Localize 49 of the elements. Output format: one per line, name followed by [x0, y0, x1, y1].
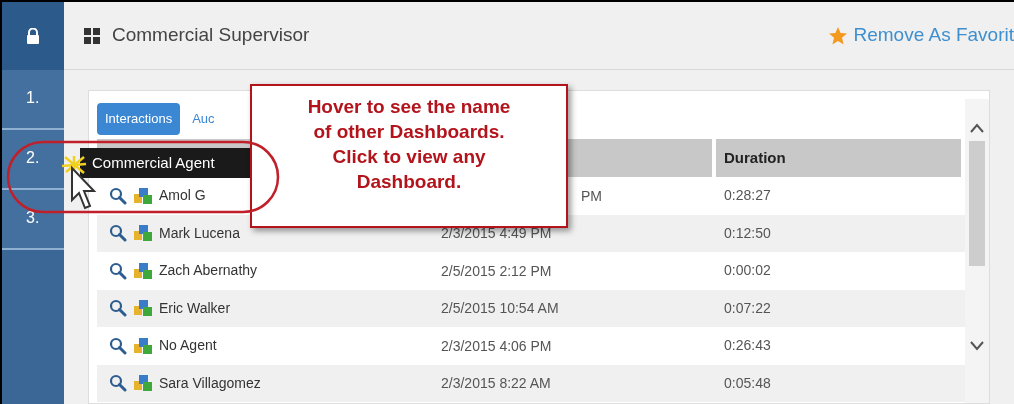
scrollbar-thumb[interactable]	[969, 141, 985, 266]
table-cell: PM	[581, 187, 602, 204]
table-cell: 2/5/2015 10:54 AM	[441, 300, 559, 317]
cubes-icon	[133, 261, 153, 280]
table-cell-text: 0:12:50	[723, 223, 771, 243]
cubes-icon	[133, 336, 153, 355]
grid-icon	[84, 27, 100, 44]
dashboard-tab[interactable]: 3.	[2, 190, 64, 250]
star-icon	[827, 25, 848, 46]
cubes-icon	[133, 374, 153, 393]
callout-text: Dashboard.	[356, 170, 462, 194]
callout-text: Click to view any	[332, 145, 486, 169]
down-icon[interactable]	[969, 341, 985, 351]
table-cell-text: Zach Abernathy	[159, 261, 258, 281]
table-cell-text: 0:05:48	[723, 373, 771, 393]
favorite-link[interactable]: Remove As Favorit	[853, 21, 1014, 50]
tab[interactable]: Auc	[184, 103, 223, 135]
table-cell: 2/3/2015 4:49 PM	[441, 225, 552, 242]
callout-text: of other Dashboards.	[313, 120, 505, 144]
tab[interactable]: Interactions	[97, 103, 181, 135]
cubes-icon	[133, 224, 153, 243]
table-cell-text: 0:00:02	[723, 261, 771, 281]
callout-text: Hover to see the name	[307, 95, 511, 119]
up-icon[interactable]	[969, 123, 985, 133]
search-icon[interactable]	[109, 336, 127, 355]
table-cell-text: Amol G	[159, 186, 206, 206]
search-icon[interactable]	[109, 299, 127, 318]
table-cell-text: Eric Walker	[159, 298, 231, 318]
table-cell: 2/3/2015 4:06 PM	[441, 337, 552, 354]
cubes-icon	[133, 299, 153, 318]
table-cell-text: No Agent	[159, 336, 217, 356]
dashboard-title: Commercial Supervisor	[112, 23, 310, 48]
scrollbar[interactable]	[965, 99, 989, 403]
search-icon[interactable]	[109, 374, 127, 393]
tooltip: Commercial Agent	[80, 148, 250, 178]
table-cell: 2/5/2015 2:12 PM	[441, 262, 552, 279]
search-icon[interactable]	[109, 186, 127, 205]
lock-icon	[26, 28, 40, 44]
dashboard-tab[interactable]: 1.	[2, 70, 64, 130]
table-cell-text: 0:26:43	[723, 336, 771, 356]
search-icon[interactable]	[109, 224, 127, 243]
table-cell-text: 0:28:27	[723, 186, 771, 206]
cubes-icon	[133, 186, 153, 205]
search-icon[interactable]	[109, 261, 127, 280]
table-cell-text: Sara Villagomez	[159, 373, 261, 393]
table-cell-text: Mark Lucena	[159, 223, 240, 243]
table-cell: 2/3/2015 8:22 AM	[441, 375, 551, 392]
table-cell-text: 0:07:22	[723, 298, 771, 318]
dashboard-tab[interactable]: 2.	[2, 130, 64, 190]
